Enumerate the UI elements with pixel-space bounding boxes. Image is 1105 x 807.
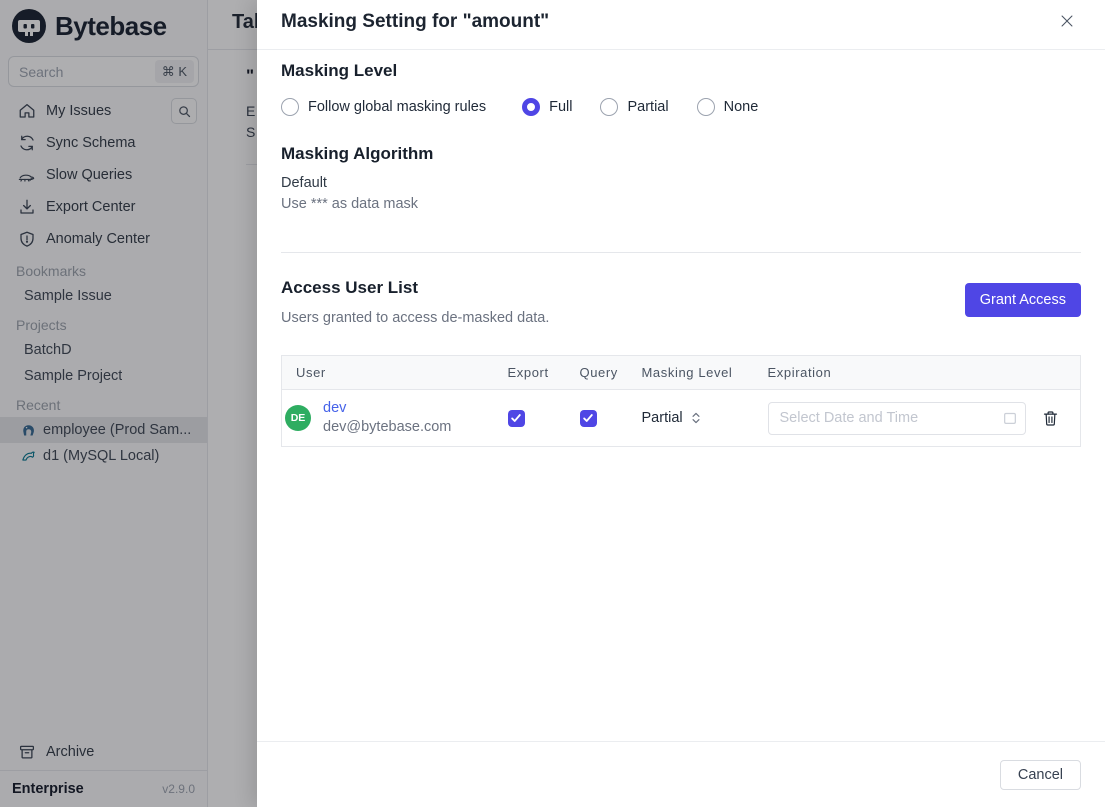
query-checkbox[interactable] (579, 409, 597, 427)
radio-icon (600, 98, 619, 116)
radio-follow-global[interactable]: Follow global masking rules (281, 98, 486, 116)
cancel-button[interactable]: Cancel (999, 759, 1081, 790)
masking-level-cell: Partial (628, 390, 754, 447)
user-email: dev@bytebase.com (323, 419, 452, 435)
radio-icon-checked (522, 98, 541, 116)
query-cell (566, 390, 628, 447)
column-header-user: User (281, 355, 494, 390)
modal-title: Masking Setting for "amount" (281, 11, 550, 32)
modal-footer: Cancel (257, 741, 1105, 807)
grant-access-button[interactable]: Grant Access (964, 283, 1081, 317)
close-icon[interactable] (1057, 11, 1077, 31)
chevron-up-down-icon (692, 412, 700, 424)
table-header-row: User Export Query Masking Level Expirati… (281, 355, 1081, 390)
access-user-list-header-text: Access User List Users granted to access… (281, 277, 549, 328)
section-divider (281, 252, 1081, 253)
modal-header: Masking Setting for "amount" (257, 0, 1105, 50)
export-checkbox[interactable] (507, 409, 525, 427)
radio-label: Follow global masking rules (308, 99, 487, 115)
radio-label: None (723, 99, 759, 115)
access-user-list-header: Access User List Users granted to access… (281, 277, 1081, 328)
access-user-list-subtitle: Users granted to access de-masked data. (281, 310, 550, 326)
expiration-cell (754, 390, 1081, 447)
trash-icon[interactable] (1041, 408, 1061, 428)
table-row: DE dev dev@bytebase.com Partial Select D… (282, 390, 1081, 447)
masking-level-radio-group: Follow global masking rules Full Partial… (281, 98, 1081, 116)
avatar: DE (285, 405, 311, 431)
radio-label: Partial (627, 99, 669, 115)
masking-level-heading: Masking Level (281, 61, 398, 80)
calendar-icon (1002, 410, 1018, 431)
radio-icon (281, 98, 299, 116)
masking-level-value: Partial (641, 410, 683, 426)
column-header-query: Query (565, 355, 628, 390)
radio-full[interactable]: Full (522, 98, 572, 116)
user-name-link[interactable]: dev (323, 399, 451, 418)
masking-algorithm-heading: Masking Algorithm (281, 144, 434, 163)
radio-label: Full (549, 99, 573, 115)
expiration-date-input[interactable] (767, 401, 1026, 435)
column-header-masking-level: Masking Level (627, 355, 754, 390)
masking-algorithm-description: Use *** as data mask (281, 196, 419, 212)
radio-partial[interactable]: Partial (600, 98, 669, 116)
app-root: Bytebase ⌘ K My Issues Sync Schema (0, 0, 1105, 807)
access-user-list-heading: Access User List (281, 278, 419, 297)
masking-level-select[interactable]: Partial (642, 410, 754, 426)
expiration-date-input-wrap (767, 401, 1026, 435)
radio-icon (696, 98, 715, 116)
column-header-export: Export (493, 355, 566, 390)
masking-setting-modal: Masking Setting for "amount" Masking Lev… (257, 0, 1105, 807)
masking-algorithm-name: Default (281, 175, 327, 191)
column-header-expiration: Expiration (753, 355, 1081, 390)
access-user-table: User Export Query Masking Level Expirati… (281, 355, 1081, 447)
modal-body: Masking Level Follow global masking rule… (257, 50, 1105, 447)
user-cell: DE dev dev@bytebase.com (282, 390, 494, 447)
export-cell (494, 390, 566, 447)
radio-none[interactable]: None (696, 98, 759, 116)
